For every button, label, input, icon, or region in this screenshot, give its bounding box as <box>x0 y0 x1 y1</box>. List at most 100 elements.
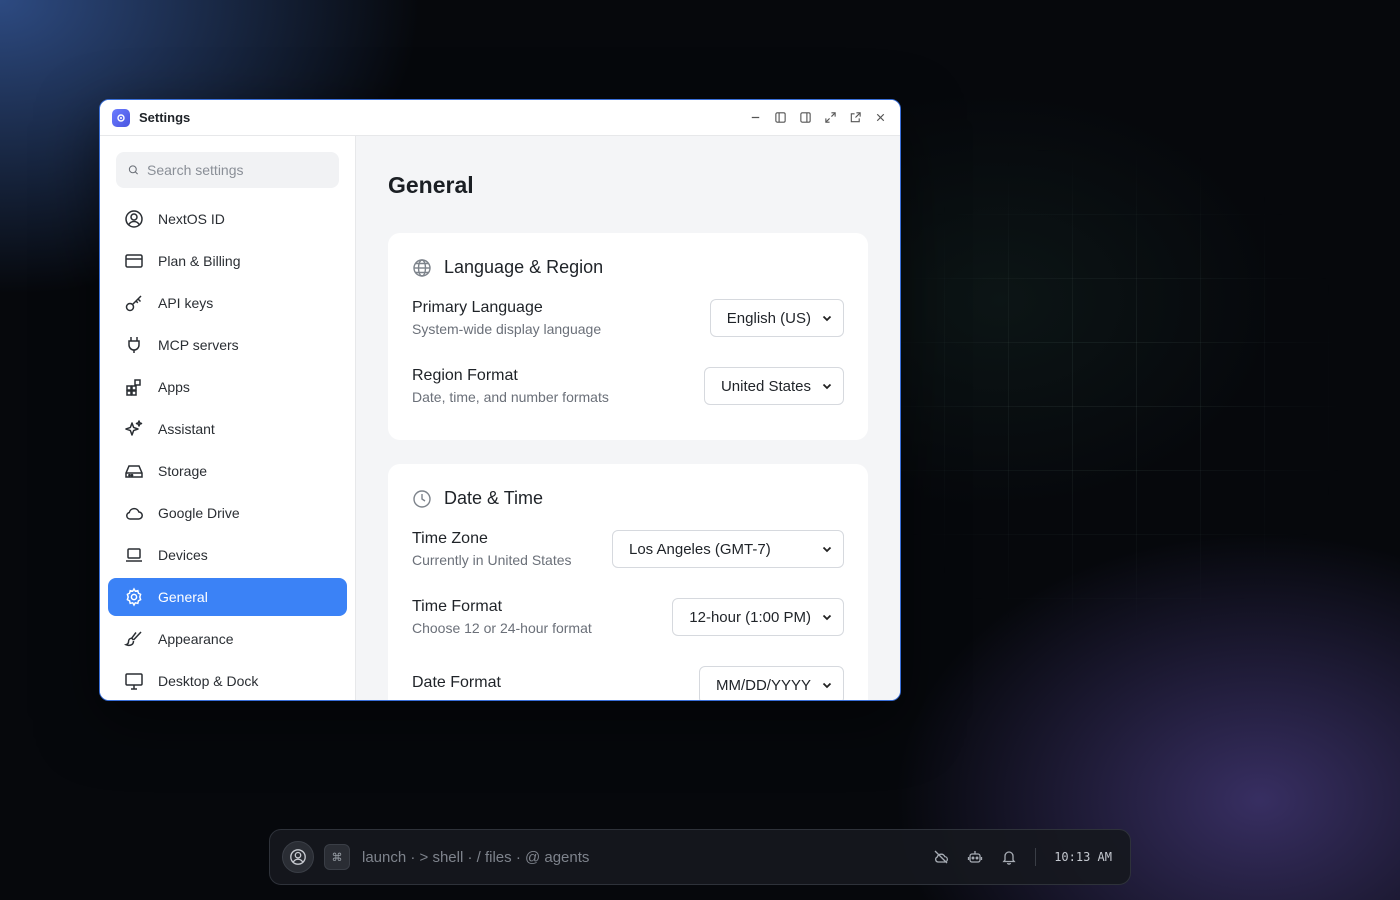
setting-label: Time Format <box>412 598 503 615</box>
sidebar-item-label: Storage <box>158 463 208 479</box>
card-title: Date & Time <box>444 488 544 508</box>
title-bar: Settings <box>100 100 900 136</box>
sidebar-item-label: Plan & Billing <box>158 253 241 269</box>
monitor-icon <box>125 673 143 690</box>
date-format-row: Date Format MM/DD/YYYY <box>412 663 844 700</box>
clock-time[interactable]: 10:13 AM <box>1054 850 1112 864</box>
setting-description: Date, time, and number formats <box>412 389 609 405</box>
search-box <box>116 152 339 188</box>
card-title: Language & Region <box>444 257 604 277</box>
sidebar-item-label: Google Drive <box>158 505 240 521</box>
chevron-down-icon <box>822 383 832 390</box>
user-circle-icon <box>125 210 143 228</box>
cloud-off-icon[interactable] <box>933 849 949 865</box>
window-title: Settings <box>139 110 191 125</box>
command-key-icon[interactable]: ⌘ <box>324 844 350 870</box>
sidebar-item-label: API keys <box>158 295 214 311</box>
maximize-icon[interactable] <box>822 110 838 126</box>
sidebar-item-apps[interactable]: Apps <box>108 368 347 406</box>
plug-icon <box>128 337 140 353</box>
sidebar-left-icon[interactable] <box>772 110 788 126</box>
time-zone-row: Time Zone Currently in United States Los… <box>412 527 844 571</box>
sidebar-item-api-keys[interactable]: API keys <box>108 284 347 322</box>
sidebar-item-mcp-servers[interactable]: MCP servers <box>108 326 347 364</box>
setting-description: Choose 12 or 24-hour format <box>412 620 592 636</box>
apps-icon <box>126 379 141 396</box>
sidebar-item-label: Devices <box>158 547 208 563</box>
chevron-down-icon <box>822 546 832 553</box>
user-avatar[interactable] <box>282 841 314 873</box>
paintbrush-icon <box>124 631 142 647</box>
date-format-select[interactable]: MM/DD/YYYY <box>698 666 844 700</box>
select-value: United States <box>720 377 811 395</box>
hard-drive-icon <box>125 465 143 478</box>
user-circle-icon <box>290 849 306 865</box>
sidebar-item-label: NextOS ID <box>158 211 225 227</box>
settings-sidebar: NextOS ID Plan & Billing API keys MCP se… <box>100 136 356 700</box>
sidebar-item-google-drive[interactable]: Google Drive <box>108 494 347 532</box>
settings-app-icon <box>112 108 130 127</box>
sidebar-item-assistant[interactable]: Assistant <box>108 410 347 448</box>
command-dock: ⌘ launch · > shell · / files · @ agents … <box>269 829 1131 885</box>
primary-language-row: Primary Language System-wide display lan… <box>412 296 844 340</box>
bell-icon[interactable] <box>1001 849 1017 865</box>
select-value: Los Angeles (GMT-7) <box>629 540 771 558</box>
time-zone-select[interactable]: Los Angeles (GMT-7) <box>612 530 844 568</box>
sidebar-item-label: Apps <box>158 379 190 395</box>
sidebar-item-general[interactable]: General <box>108 578 347 616</box>
cloud-icon <box>126 507 143 520</box>
minimize-icon[interactable] <box>747 110 763 126</box>
sidebar-item-label: Appearance <box>158 631 234 647</box>
chevron-down-icon <box>822 682 832 689</box>
sidebar-item-devices[interactable]: Devices <box>108 536 347 574</box>
sidebar-item-label: General <box>158 589 208 605</box>
time-format-row: Time Format Choose 12 or 24-hour format … <box>412 595 844 639</box>
card-header: Date & Time <box>412 488 844 509</box>
background-grid <box>880 150 1340 630</box>
pop-out-icon[interactable] <box>847 110 863 126</box>
sidebar-item-nextos-id[interactable]: NextOS ID <box>108 200 347 238</box>
region-format-select[interactable]: United States <box>703 367 844 405</box>
card-header: Language & Region <box>412 257 844 278</box>
laptop-icon <box>126 548 142 562</box>
command-prompt[interactable]: launch · > shell · / files · @ agents <box>362 849 589 866</box>
language-region-card: Language & Region Primary Language Syste… <box>388 233 868 440</box>
sidebar-right-icon[interactable] <box>797 110 813 126</box>
primary-language-select[interactable]: English (US) <box>709 299 844 337</box>
window-controls <box>747 110 888 126</box>
chevron-down-icon <box>822 315 832 322</box>
close-icon[interactable] <box>872 110 888 126</box>
sidebar-item-desktop-dock[interactable]: Desktop & Dock <box>108 662 347 700</box>
dock-divider <box>1035 848 1037 866</box>
robot-icon[interactable] <box>967 849 983 865</box>
setting-label: Primary Language <box>412 299 543 316</box>
chevron-down-icon <box>822 614 832 621</box>
sidebar-item-storage[interactable]: Storage <box>108 452 347 490</box>
settings-content: General Language & Region Primary Langua… <box>356 136 900 700</box>
sidebar-item-appearance[interactable]: Appearance <box>108 620 347 658</box>
sidebar-item-label: Desktop & Dock <box>158 673 259 689</box>
select-value: English (US) <box>726 309 811 327</box>
setting-label: Time Zone <box>412 530 488 547</box>
select-value: 12-hour (1:00 PM) <box>689 608 811 626</box>
clock-icon <box>413 489 431 508</box>
date-time-card: Date & Time Time Zone Currently in Unite… <box>388 464 868 700</box>
page-title: General <box>388 172 474 198</box>
sidebar-item-plan-billing[interactable]: Plan & Billing <box>108 242 347 280</box>
search-icon <box>128 165 138 175</box>
key-icon <box>125 295 142 312</box>
setting-label: Region Format <box>412 367 518 384</box>
setting-label: Date Format <box>412 674 501 691</box>
settings-window: Settings NextOS ID Plan & Billing <box>99 99 901 701</box>
sidebar-item-label: Assistant <box>158 421 215 437</box>
search-input[interactable] <box>147 162 327 178</box>
sidebar-item-label: MCP servers <box>158 337 239 353</box>
sparkles-icon <box>125 420 143 436</box>
globe-icon <box>413 258 431 277</box>
dock-status-area: 10:13 AM <box>933 848 1118 866</box>
select-value: MM/DD/YYYY <box>715 676 811 694</box>
region-format-row: Region Format Date, time, and number for… <box>412 364 844 408</box>
setting-description: Currently in United States <box>412 552 572 568</box>
setting-description: System-wide display language <box>412 321 602 337</box>
time-format-select[interactable]: 12-hour (1:00 PM) <box>672 598 844 636</box>
